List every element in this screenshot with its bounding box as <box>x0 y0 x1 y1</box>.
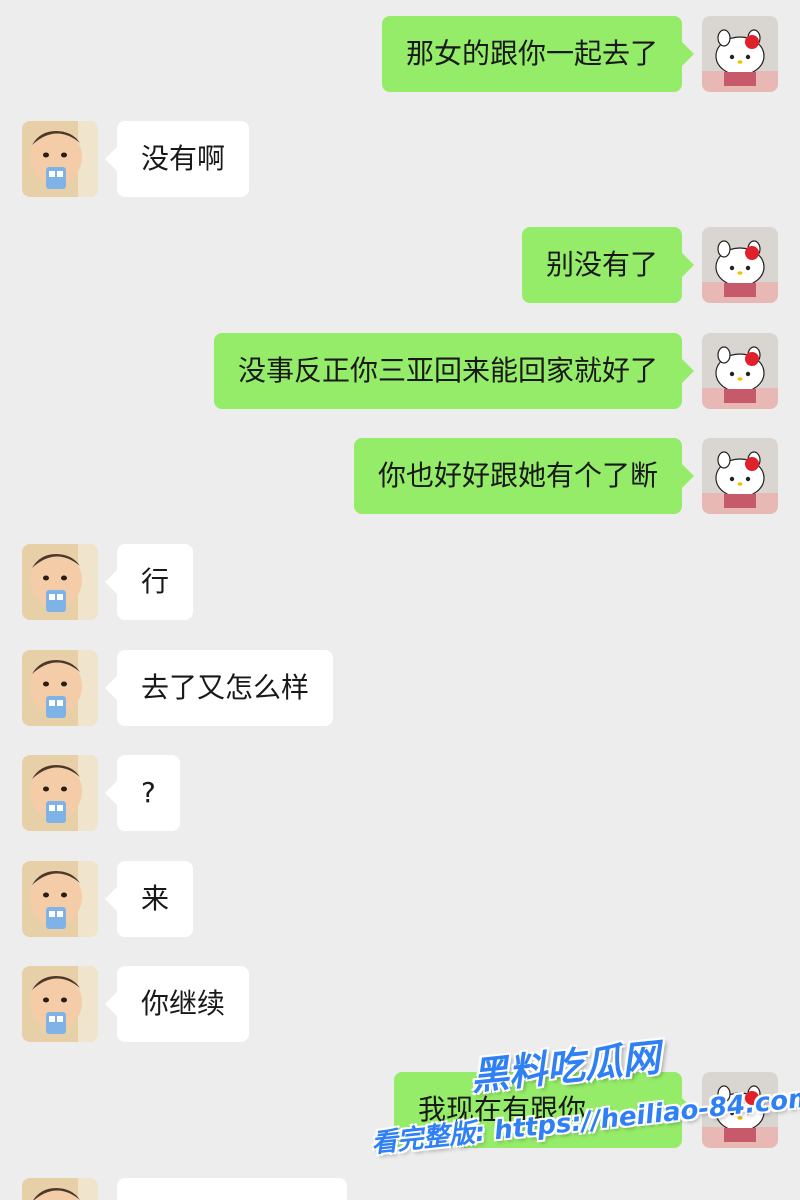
sent-bubble[interactable]: 那女的跟你一起去了 <box>381 16 695 92</box>
message-row: 别没有了 <box>0 227 800 303</box>
received-bubble[interactable]: 去了又怎么样 <box>104 650 334 726</box>
baby-avatar[interactable] <box>22 121 98 197</box>
hello-kitty-avatar[interactable] <box>702 438 778 514</box>
message-row: 我现在有跟你 <box>0 1072 800 1148</box>
sent-bubble[interactable]: 别没有了 <box>521 227 695 303</box>
received-bubble[interactable]: 你继续 <box>104 966 250 1042</box>
hello-kitty-avatar[interactable] <box>702 1072 778 1148</box>
message-row: 没有啊 <box>0 121 800 197</box>
message-row: ? <box>0 755 800 831</box>
message-row: 你继续 <box>0 966 800 1042</box>
message-row: 那女的跟你一起去了 <box>0 16 800 92</box>
hello-kitty-avatar[interactable] <box>702 333 778 409</box>
baby-avatar[interactable] <box>22 1178 98 1200</box>
received-bubble[interactable]: ? <box>105 755 180 831</box>
hello-kitty-avatar[interactable] <box>702 227 778 303</box>
received-bubble[interactable] <box>117 1178 347 1200</box>
baby-avatar[interactable] <box>22 966 98 1042</box>
baby-avatar[interactable] <box>22 544 98 620</box>
baby-avatar[interactable] <box>22 650 98 726</box>
message-row: 行 <box>0 544 800 620</box>
sent-bubble[interactable]: 你也好好跟她有个了断 <box>353 438 695 514</box>
baby-avatar[interactable] <box>22 755 98 831</box>
chat-area: 那女的跟你一起去了 没有啊 别没有了 没事反正你三亚回来能回家就好了 你也好好跟… <box>0 0 800 1200</box>
sent-bubble[interactable]: 我现在有跟你 <box>394 1072 694 1148</box>
message-row: 去了又怎么样 <box>0 650 800 726</box>
hello-kitty-avatar[interactable] <box>702 16 778 92</box>
received-bubble[interactable]: 行 <box>104 544 194 620</box>
message-row: 来 <box>0 861 800 937</box>
message-row: 你也好好跟她有个了断 <box>0 438 800 514</box>
message-row <box>0 1178 800 1200</box>
baby-avatar[interactable] <box>22 861 98 937</box>
message-row: 没事反正你三亚回来能回家就好了 <box>0 333 800 409</box>
sent-bubble[interactable]: 没事反正你三亚回来能回家就好了 <box>213 333 695 409</box>
received-bubble[interactable]: 没有啊 <box>104 121 250 197</box>
received-bubble[interactable]: 来 <box>104 861 194 937</box>
